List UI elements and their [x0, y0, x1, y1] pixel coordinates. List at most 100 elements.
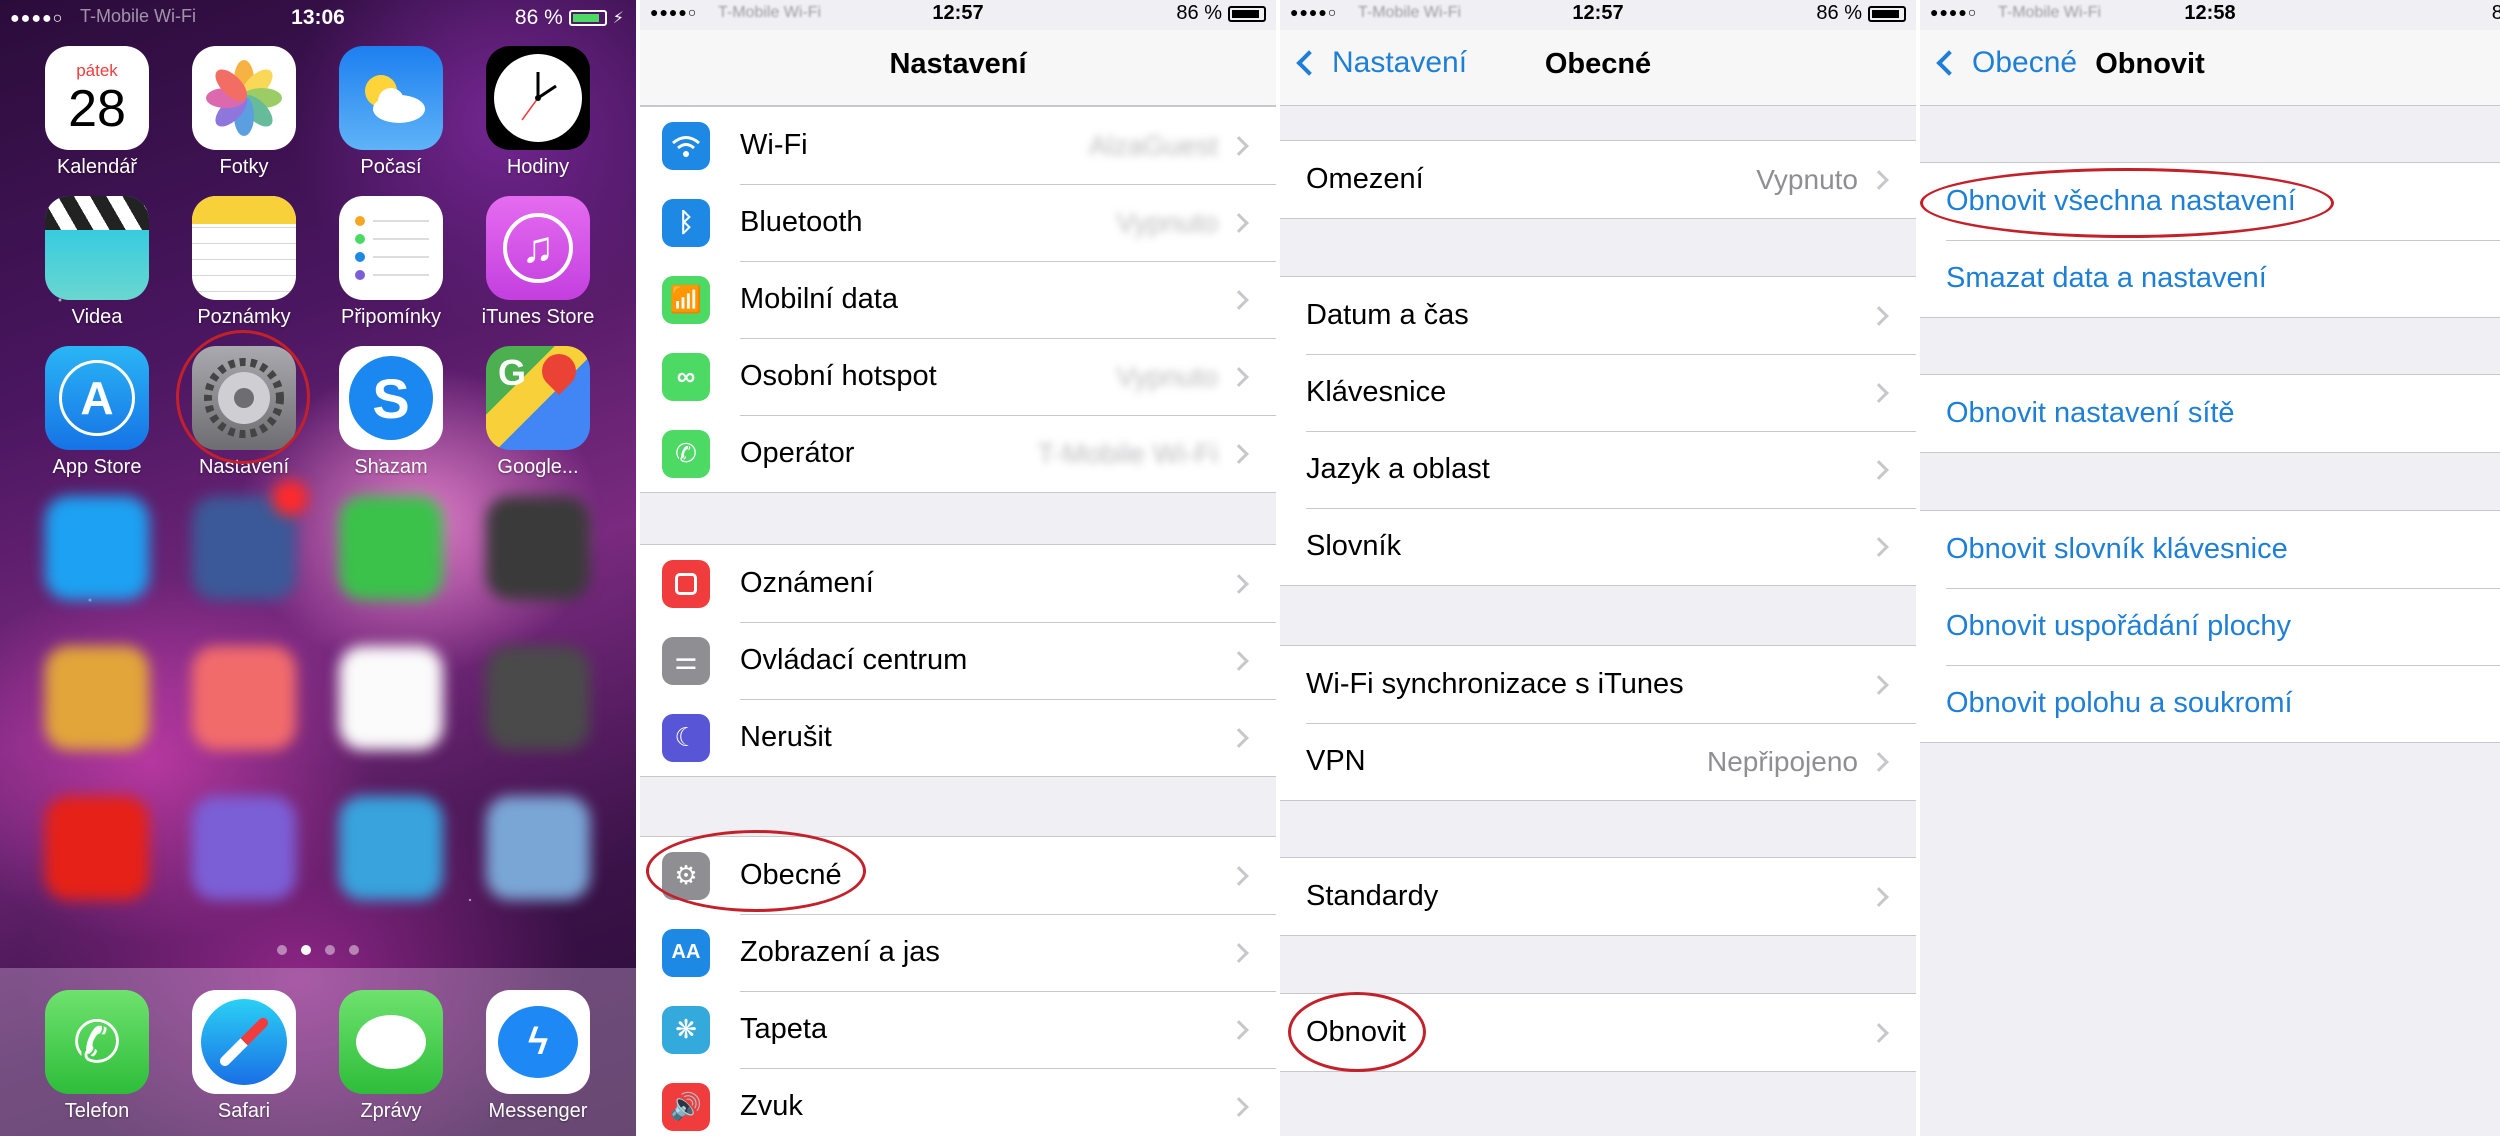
- page-title: Nastavení: [889, 48, 1027, 80]
- app-clock[interactable]: Hodiny: [486, 46, 590, 179]
- reset-keyboard-dictionary-button[interactable]: Obnovit slovník klávesnice: [1920, 511, 2500, 588]
- app-phone[interactable]: ✆ Telefon: [45, 990, 149, 1123]
- row-label: Obecné: [740, 859, 842, 891]
- navigation-bar: Nastavení: [640, 30, 1276, 106]
- chevron-right-icon: [1869, 751, 1889, 772]
- settings-row-wifi[interactable]: Wi-Fi AlzaGuest: [640, 107, 1276, 184]
- app-safari[interactable]: Safari: [192, 990, 296, 1123]
- app-google-maps[interactable]: G Google...: [486, 346, 590, 479]
- general-row-regulatory[interactable]: Standardy: [1280, 858, 1916, 935]
- app-itunes-store[interactable]: ♫ iTunes Store: [482, 196, 594, 329]
- clapperboard-icon: [45, 196, 149, 300]
- calendar-icon: pátek 28: [45, 46, 149, 150]
- app-unknown-4[interactable]: [486, 646, 590, 750]
- app-app-store[interactable]: A App Store: [45, 346, 149, 479]
- row-label: Operátor: [740, 437, 855, 469]
- settings-row-display[interactable]: AA Zobrazení a jas: [640, 914, 1276, 991]
- app-label: Videa: [71, 306, 123, 328]
- shazam-icon: S: [339, 346, 443, 450]
- app-unknown-1[interactable]: [486, 496, 590, 600]
- app-reminders[interactable]: Připomínky: [339, 196, 443, 329]
- settings-row-general[interactable]: ⚙ Obecné: [640, 837, 1276, 914]
- chevron-right-icon: [1229, 443, 1249, 464]
- app-label: Poznámky: [197, 306, 291, 328]
- chevron-right-icon: [1869, 536, 1889, 557]
- row-value: T-Mobile Wi-Fi: [1037, 437, 1218, 469]
- app-line[interactable]: [339, 496, 443, 600]
- settings-row-do-not-disturb[interactable]: ☾ Nerušit: [640, 699, 1276, 776]
- settings-row-mobile-data[interactable]: 📶 Mobilní data: [640, 261, 1276, 338]
- app-music[interactable]: [339, 646, 443, 750]
- app-videos[interactable]: Videa: [45, 196, 149, 329]
- settings-row-control-center[interactable]: ⚌ Ovládací centrum: [640, 622, 1276, 699]
- reset-group: Obnovit: [1280, 993, 1916, 1072]
- notes-icon: [192, 196, 296, 300]
- chevron-right-icon: [1229, 366, 1249, 387]
- chevron-right-icon: [1229, 865, 1249, 886]
- app-unknown-3[interactable]: [192, 646, 296, 750]
- settings-row-hotspot[interactable]: ∞ Osobní hotspot Vypnuto: [640, 338, 1276, 415]
- app-viber[interactable]: [192, 796, 296, 900]
- hotspot-icon: ∞: [662, 352, 710, 401]
- general-row-dictionary[interactable]: Slovník: [1280, 508, 1916, 585]
- connectivity-group: Wi-Fi AlzaGuest ᛒ Bluetooth Vypnuto 📶 Mo…: [640, 106, 1276, 493]
- settings-row-sound[interactable]: 🔊 Zvuk: [640, 1068, 1276, 1136]
- app-calendar[interactable]: pátek 28 Kalendář: [45, 46, 149, 179]
- wallpaper-icon: ❋: [662, 1005, 710, 1054]
- general-row-reset[interactable]: Obnovit: [1280, 994, 1916, 1071]
- app-label: Zprávy: [360, 1100, 422, 1122]
- app-twitter[interactable]: [45, 496, 149, 600]
- general-row-vpn[interactable]: VPN Nepřipojeno: [1280, 723, 1916, 800]
- wifi-icon: [662, 121, 710, 170]
- settings-row-notifications[interactable]: Oznámení: [640, 545, 1276, 622]
- calendar-day: 28: [68, 80, 126, 138]
- general-row-keyboard[interactable]: Klávesnice: [1280, 354, 1916, 431]
- row-label: Obnovit slovník klávesnice: [1946, 533, 2288, 565]
- navigation-bar: Nastavení Obecné: [1280, 30, 1916, 106]
- page-title: Obnovit: [2095, 48, 2205, 80]
- app-notes[interactable]: Poznámky: [192, 196, 296, 329]
- reset-location-privacy-button[interactable]: Obnovit polohu a soukromí: [1920, 665, 2500, 742]
- battery-percent: 86 %: [1176, 2, 1222, 24]
- app-unknown-2[interactable]: [45, 646, 149, 750]
- chevron-right-icon: [1229, 942, 1249, 963]
- reset-other-group: Obnovit slovník klávesnice Obnovit uspoř…: [1920, 510, 2500, 743]
- chevron-right-icon: [1869, 382, 1889, 403]
- row-label: Ovládací centrum: [740, 644, 968, 676]
- general-group: ⚙ Obecné AA Zobrazení a jas ❋ Tapeta 🔊 Z…: [640, 836, 1276, 1136]
- settings-row-bluetooth[interactable]: ᛒ Bluetooth Vypnuto: [640, 184, 1276, 261]
- reset-all-settings-button[interactable]: Obnovit všechna nastavení: [1920, 163, 2500, 240]
- battery-icon: [1868, 5, 1906, 22]
- page-indicator[interactable]: [0, 945, 636, 955]
- app-store-icon: A: [45, 346, 149, 450]
- chevron-right-icon: [1229, 727, 1249, 748]
- app-folder[interactable]: [486, 796, 590, 900]
- app-photos[interactable]: Fotky: [192, 46, 296, 179]
- battery-icon: [1228, 5, 1266, 22]
- charging-icon: ⚡: [612, 10, 624, 27]
- erase-all-content-button[interactable]: Smazat data a nastavení: [1920, 240, 2500, 317]
- clock-icon: [486, 46, 590, 150]
- app-label: Kalendář: [56, 156, 138, 178]
- app-messenger[interactable]: ϟ Messenger: [486, 990, 590, 1123]
- settings-row-wallpaper[interactable]: ❋ Tapeta: [640, 991, 1276, 1068]
- general-row-restrictions[interactable]: Omezení Vypnuto: [1280, 141, 1916, 218]
- app-youtube[interactable]: [45, 796, 149, 900]
- app-telegram[interactable]: [339, 796, 443, 900]
- app-label: Safari: [217, 1100, 271, 1122]
- general-row-itunes-sync[interactable]: Wi-Fi synchronizace s iTunes: [1280, 646, 1916, 723]
- app-settings[interactable]: Nastavení: [192, 346, 296, 479]
- row-label: Obnovit: [1306, 1016, 1406, 1048]
- settings-row-carrier[interactable]: ✆ Operátor T-Mobile Wi-Fi: [640, 415, 1276, 492]
- general-row-language[interactable]: Jazyk a oblast: [1280, 431, 1916, 508]
- reset-home-layout-button[interactable]: Obnovit uspořádání plochy: [1920, 588, 2500, 665]
- reset-network-button[interactable]: Obnovit nastavení sítě: [1920, 375, 2500, 452]
- status-bar: ●●●●○ T-Mobile Wi-Fi 12:58 86: [1920, 0, 2500, 30]
- app-label: Shazam: [354, 456, 428, 478]
- general-row-date-time[interactable]: Datum a čas: [1280, 277, 1916, 354]
- app-messages[interactable]: Zprávy: [339, 990, 443, 1123]
- app-shazam[interactable]: S Shazam: [339, 346, 443, 479]
- app-weather[interactable]: Počasí: [339, 46, 443, 179]
- app-label: Telefon: [64, 1100, 130, 1122]
- messenger-icon: ϟ: [486, 990, 590, 1094]
